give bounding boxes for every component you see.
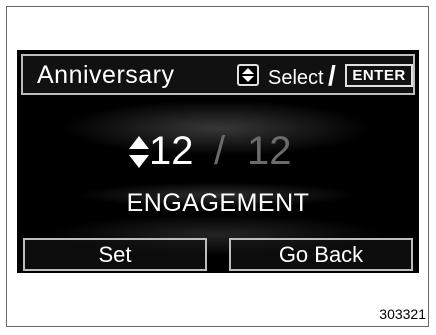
value-up-down-icon[interactable] xyxy=(128,134,150,170)
header-bar: Anniversary Select / ENTER xyxy=(21,54,415,95)
hint-separator: / xyxy=(328,60,336,91)
setting-label-area: ENGAGEMENT xyxy=(17,189,419,223)
max-value: 12 xyxy=(247,129,292,173)
select-hint: Select xyxy=(268,67,324,89)
screen-title: Anniversary xyxy=(37,61,175,89)
display-screen: Anniversary Select / ENTER 12 / 12 ENGAG… xyxy=(17,50,419,273)
figure-number: 303321 xyxy=(379,306,426,322)
up-down-arrow-icon xyxy=(237,64,259,86)
set-button[interactable]: Set xyxy=(23,238,207,271)
enter-key-hint: ENTER xyxy=(345,64,413,87)
value-separator: / xyxy=(214,129,226,173)
current-value[interactable]: 12 xyxy=(149,129,194,174)
setting-label: ENGAGEMENT xyxy=(126,189,310,217)
go-back-button[interactable]: Go Back xyxy=(229,238,413,271)
